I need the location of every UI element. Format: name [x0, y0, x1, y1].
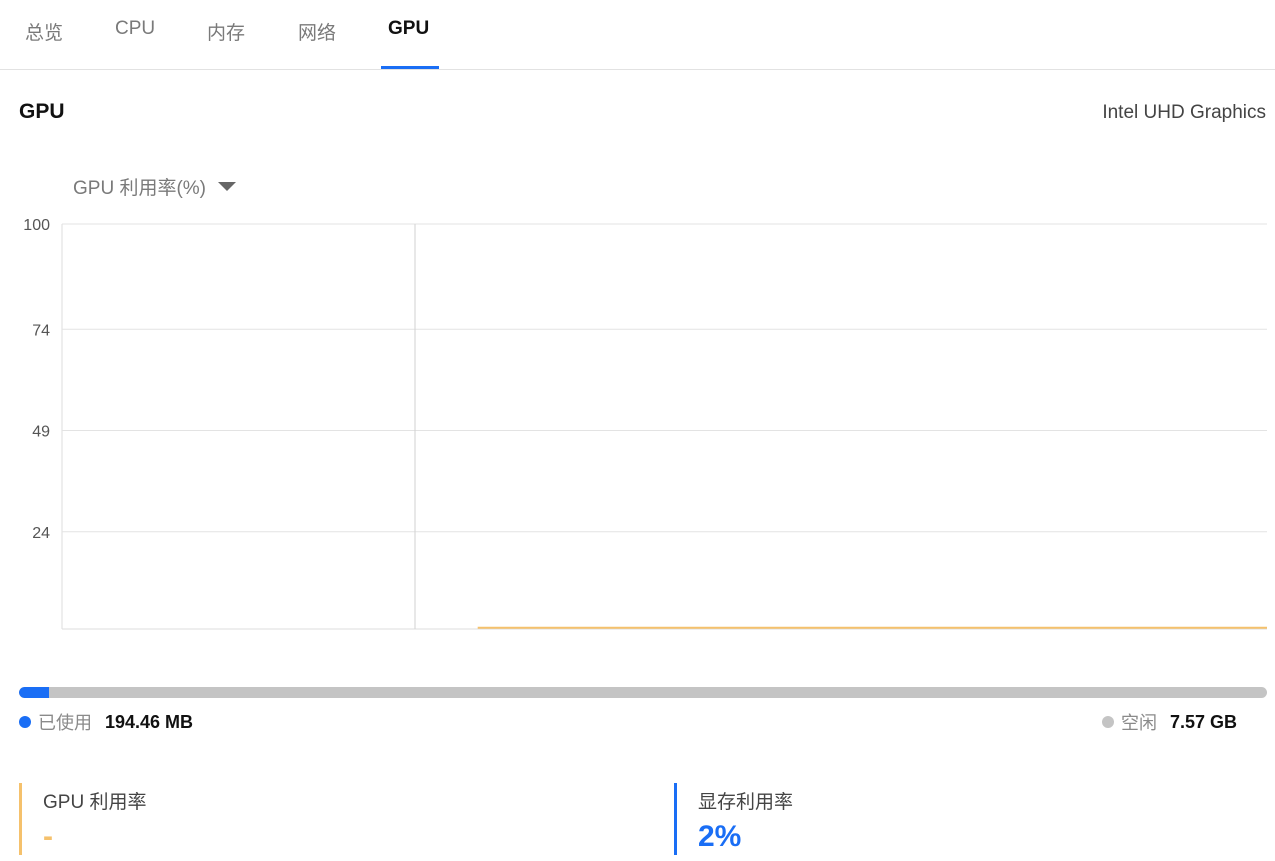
chart-y-tick-label: 100 [23, 217, 50, 234]
chart-y-tick-label: 49 [32, 424, 50, 441]
chart-y-tick-label: 74 [32, 322, 50, 339]
metric-dropdown-label: GPU 利用率(%) [73, 178, 207, 199]
caret-down-icon [218, 182, 237, 191]
tab-cpu[interactable]: CPU [115, 18, 155, 69]
tab-network[interactable]: 网络 [298, 18, 336, 69]
active-tab-indicator [381, 66, 439, 69]
tab-bar: 总览 CPU 内存 网络 GPU [0, 0, 1275, 70]
chart-y-tick-label: 24 [32, 525, 50, 542]
device-name: Intel UHD Graphics [1102, 102, 1266, 123]
vram-usage-value: 2% [698, 820, 742, 853]
gpu-usage-stat: GPU 利用率 - [19, 783, 146, 855]
tab-gpu[interactable]: GPU [388, 18, 429, 69]
used-label: 已使用 [38, 713, 92, 733]
vram-usage-label: 显存利用率 [698, 792, 794, 813]
tab-memory[interactable]: 内存 [207, 18, 245, 69]
metric-dropdown[interactable]: GPU 利用率(%) [73, 173, 237, 200]
vram-usage-stat: 显存利用率 2% [674, 783, 793, 855]
legend-free: 空闲 7.57 GB [1101, 709, 1237, 735]
used-value: 194.46 MB [105, 711, 194, 732]
free-value: 7.57 GB [1169, 711, 1237, 732]
free-dot-icon [1101, 716, 1114, 728]
vram-used-fill [19, 687, 49, 698]
vram-usage-bar [19, 687, 1267, 698]
section-title: GPU [19, 100, 65, 123]
gpu-usage-value: - [43, 820, 53, 853]
free-label: 空闲 [1120, 713, 1157, 733]
gpu-usage-label: GPU 利用率 [43, 792, 147, 813]
used-dot-icon [19, 716, 31, 728]
tab-overview[interactable]: 总览 [25, 18, 63, 69]
legend-used: 已使用 194.46 MB [19, 709, 193, 735]
gpu-usage-chart: 100 74 49 24 [23, 217, 1267, 630]
